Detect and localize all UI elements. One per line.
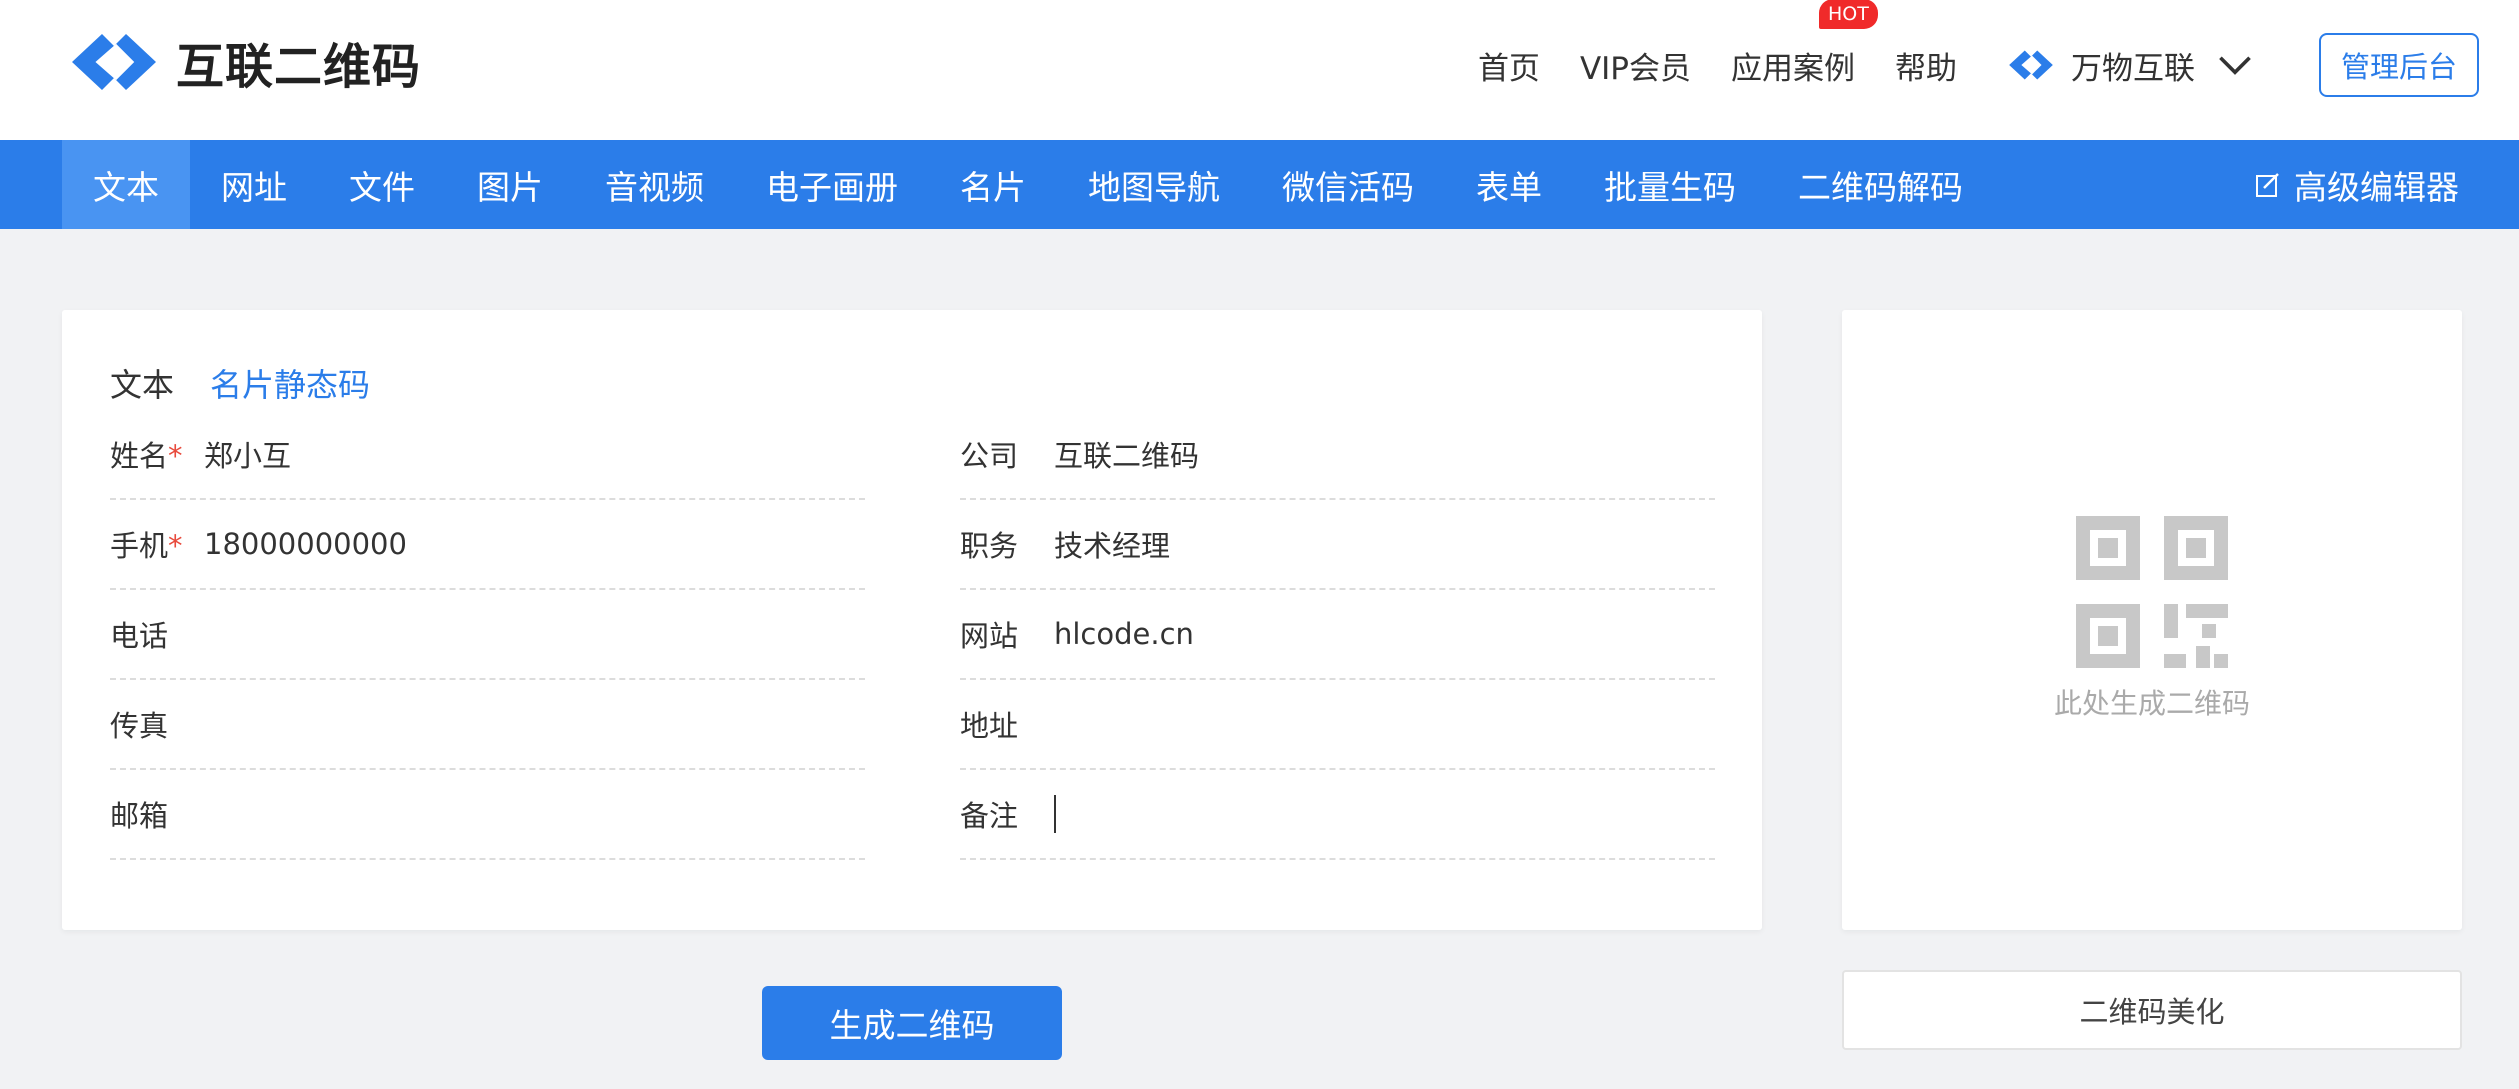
tab-file[interactable]: 文件 (318, 140, 446, 229)
top-nav: 首页 VIP会员 应用案例 HOT 帮助 万物互联 管理后台 (1478, 0, 2479, 98)
field-mobile: 手机* (110, 500, 865, 590)
subtab-text[interactable]: 文本 (110, 360, 174, 406)
field-note: 备注 (960, 770, 1715, 860)
product-switcher-label: 万物互联 (2070, 50, 2195, 87)
hot-badge: HOT (1818, 0, 1878, 29)
note-input[interactable] (1056, 789, 1686, 839)
tab-business-card[interactable]: 名片 (929, 140, 1057, 229)
fax-input[interactable] (204, 699, 844, 749)
nav-help[interactable]: 帮助 (1895, 43, 1957, 88)
field-website: 网站 (960, 590, 1715, 680)
business-card-form: 文本 名片静态码 姓名* 手机* 电话 传真 邮箱 公司 职务 网站 地址 备注 (62, 310, 1762, 930)
tab-batch[interactable]: 批量生码 (1573, 140, 1767, 229)
nav-vip[interactable]: VIP会员 (1580, 43, 1691, 88)
field-name-label: 姓名 (110, 439, 169, 473)
tab-form[interactable]: 表单 (1445, 140, 1573, 229)
qr-preview: 此处生成二维码 (1842, 310, 2462, 930)
site-header: 互联二维码 首页 VIP会员 应用案例 HOT 帮助 万物互联 管理后台 (0, 0, 2519, 140)
field-fax: 传真 (110, 680, 865, 770)
website-input[interactable] (1054, 609, 1694, 659)
generate-qr-button[interactable]: 生成二维码 (762, 986, 1062, 1060)
field-title: 职务 (960, 500, 1715, 590)
field-name: 姓名* (110, 410, 865, 500)
main-nav: 文本 网址 文件 图片 音视频 电子画册 名片 地图导航 微信活码 表单 批量生… (0, 140, 2519, 229)
qr-code-icon (2076, 516, 2228, 668)
field-phone: 电话 (110, 590, 865, 680)
chevron-down-icon (2219, 56, 2251, 75)
chain-link-logo-icon (72, 34, 156, 90)
brand-logo[interactable]: 互联二维码 (64, 26, 421, 98)
tab-text[interactable]: 文本 (62, 140, 190, 229)
field-email: 邮箱 (110, 770, 865, 860)
mobile-input[interactable] (204, 519, 844, 569)
field-title-label: 职务 (960, 529, 1019, 563)
field-website-label: 网站 (960, 619, 1019, 653)
field-phone-label: 电话 (110, 619, 169, 653)
required-mark: * (168, 439, 183, 473)
tab-album[interactable]: 电子画册 (735, 140, 929, 229)
tab-url[interactable]: 网址 (190, 140, 318, 229)
tab-image[interactable]: 图片 (446, 140, 574, 229)
nav-cases[interactable]: 应用案例 HOT (1730, 0, 1878, 88)
field-address-label: 地址 (960, 709, 1019, 743)
tab-wechat-code[interactable]: 微信活码 (1251, 140, 1445, 229)
tab-audio-video[interactable]: 音视频 (574, 140, 735, 229)
field-email-label: 邮箱 (110, 799, 169, 833)
qr-placeholder-hint: 此处生成二维码 (2053, 687, 2250, 720)
address-input[interactable] (1054, 699, 1694, 749)
qr-beautify-button[interactable]: 二维码美化 (1842, 970, 2462, 1050)
field-company-label: 公司 (960, 439, 1019, 473)
brand-name: 互联二维码 (176, 39, 422, 95)
email-input[interactable] (204, 789, 844, 839)
advanced-editor-label: 高级编辑器 (2294, 167, 2459, 207)
admin-button[interactable]: 管理后台 (2318, 33, 2479, 97)
title-input[interactable] (1054, 519, 1694, 569)
required-mark: * (168, 529, 183, 563)
field-address: 地址 (960, 680, 1715, 770)
company-input[interactable] (1054, 429, 1694, 479)
edit-icon (2256, 172, 2279, 197)
form-subtabs: 文本 名片静态码 (110, 360, 406, 406)
tab-map-nav[interactable]: 地图导航 (1057, 140, 1251, 229)
field-fax-label: 传真 (110, 709, 169, 743)
subtab-card-static[interactable]: 名片静态码 (210, 360, 370, 406)
phone-input[interactable] (204, 609, 844, 659)
advanced-editor-link[interactable]: 高级编辑器 (2254, 140, 2459, 229)
nav-home[interactable]: 首页 (1478, 43, 1540, 88)
nav-cases-label: 应用案例 (1730, 50, 1855, 87)
tab-decode[interactable]: 二维码解码 (1767, 140, 1994, 229)
name-input[interactable] (204, 429, 844, 479)
chain-link-icon (2009, 50, 2053, 80)
product-switcher[interactable]: 万物互联 (2005, 43, 2275, 88)
field-mobile-label: 手机 (110, 529, 169, 563)
field-company: 公司 (960, 410, 1715, 500)
field-note-label: 备注 (960, 799, 1019, 833)
